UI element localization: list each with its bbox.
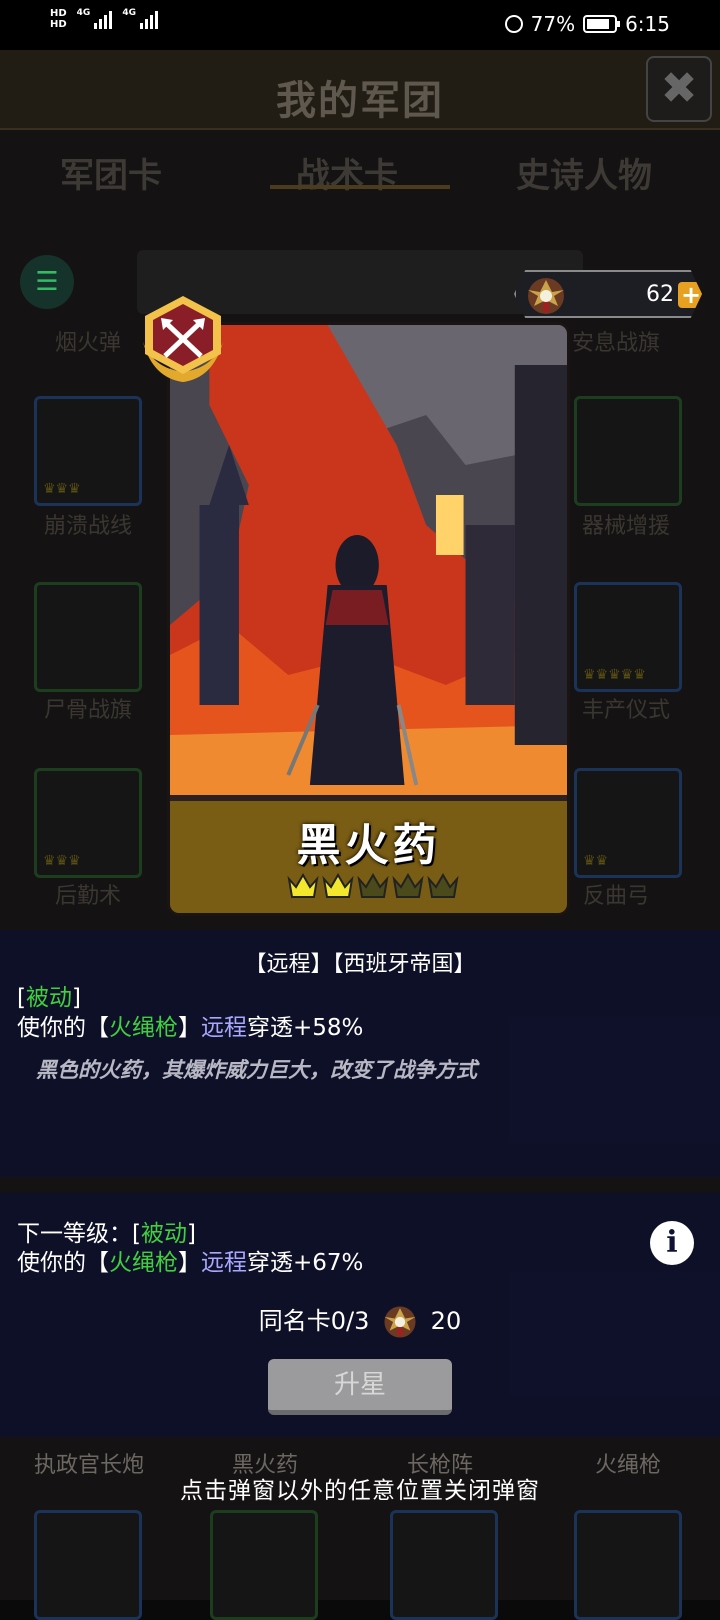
grid-card[interactable]: ♛♛♛ — [34, 396, 142, 506]
crossed-arrows-badge-icon — [143, 296, 223, 382]
eagle-emblem-icon — [528, 278, 564, 314]
signal-icon — [94, 9, 113, 29]
card-type-line: [被动] — [17, 978, 81, 1012]
info-icon[interactable]: i — [650, 1221, 694, 1265]
grid-card[interactable] — [574, 1510, 682, 1620]
page-title: 我的军团 — [276, 78, 444, 124]
grid-card[interactable]: ♛♛♛ — [34, 768, 142, 878]
tab-epic-heroes[interactable]: 史诗人物 — [516, 148, 652, 197]
crown-filled-icon — [322, 873, 354, 898]
effect-prefix: 使你的【 — [17, 1250, 109, 1276]
clock: 6:15 — [625, 12, 670, 36]
card-effect-line: 使你的【火绳枪】远程穿透+58% — [17, 1008, 363, 1042]
card-description-panel: 【远程】【西班牙帝国】 [被动] 使你的【火绳枪】远程穿透+58% 黑色的火药，… — [0, 930, 720, 1177]
grid-label: 丰产仪式 — [581, 698, 670, 723]
crown-empty-icon — [427, 873, 459, 898]
hd-badge-1: HD — [50, 8, 67, 19]
same-name-label: 同名卡0/3 — [258, 1307, 370, 1335]
upgrade-star-button[interactable]: 升星 — [268, 1359, 452, 1415]
card-tags: 【远程】【西班牙帝国】 — [244, 952, 476, 977]
bg-tab-bar: 军团卡 战术卡 史诗人物 — [0, 140, 720, 220]
currency-value: 62 — [646, 282, 674, 307]
currency-display: 62 + — [514, 270, 702, 318]
eagle-emblem-icon — [384, 1306, 416, 1338]
grid-card[interactable] — [390, 1510, 498, 1620]
battery-percent: 77% — [530, 12, 576, 36]
upgrade-cost: 20 — [430, 1307, 462, 1335]
grid-card[interactable]: ♛♛♛♛♛ — [574, 582, 682, 692]
grid-card[interactable] — [34, 582, 142, 692]
effect-target: 火绳枪 — [109, 1015, 178, 1041]
alarm-icon — [504, 15, 523, 33]
effect-prefix: 使你的【 — [17, 1015, 109, 1041]
battery-icon — [583, 15, 621, 33]
network-type-1: 4G — [76, 8, 91, 18]
tab-underline — [270, 185, 450, 189]
effect-stat: 远程 — [201, 1250, 247, 1276]
hd-badge-2: HD — [50, 19, 67, 30]
grid-card[interactable] — [34, 1510, 142, 1620]
crown-empty-icon — [357, 873, 389, 898]
flavor-text: 黑色的火药，其爆炸威力巨大，改变了战争方式 — [36, 1058, 477, 1082]
tab-tactic-cards[interactable]: 战术卡 — [296, 148, 398, 197]
card-artwork — [170, 325, 567, 795]
effect-target: 火绳枪 — [109, 1250, 178, 1276]
grid-label: 尸骨战旗 — [43, 698, 132, 723]
card-title: 黑火药 — [296, 820, 441, 871]
crown-filled-icon — [287, 873, 319, 898]
close-hint: 点击弹窗以外的任意位置关闭弹窗 — [180, 1478, 540, 1504]
effect-value: 穿透+58% — [247, 1015, 364, 1041]
star-rating — [283, 871, 463, 911]
grid-card[interactable] — [574, 396, 682, 506]
signal-group: HD HD 4G 4G — [50, 8, 158, 30]
same-name-card-count: 同名卡0/3 20 — [0, 1301, 720, 1341]
status-right: 77% 6:15 — [504, 12, 670, 36]
grid-label: 后勤术 — [54, 884, 121, 909]
effect-stat: 远程 — [201, 1015, 247, 1041]
next-level-effect-line: 使你的【火绳枪】远程穿透+67% — [17, 1243, 363, 1277]
network-type-2: 4G — [122, 8, 136, 18]
grid-label: 器械增援 — [581, 514, 670, 539]
effect-value: 穿透+67% — [247, 1250, 364, 1276]
tactic-card: 黑火药 — [167, 322, 570, 916]
tab-legion-cards[interactable]: 军团卡 — [60, 148, 162, 197]
close-icon[interactable]: ✖ — [646, 56, 712, 122]
next-level-panel: 下一等级：[被动] 使你的【火绳枪】远程穿透+67% i 同名卡0/3 20 升… — [0, 1193, 720, 1437]
list-icon[interactable]: ☰ — [20, 255, 74, 309]
bg-header: 我的军团 ✖ — [0, 50, 720, 130]
hd-badges: HD HD — [50, 8, 67, 30]
signal-icon-2 — [139, 9, 158, 29]
grid-card[interactable]: ♛♛ — [574, 768, 682, 878]
effect-mid: 】 — [178, 1250, 201, 1276]
crown-empty-icon — [392, 873, 424, 898]
status-bar: HD HD 4G 4G 77% 6:15 — [0, 0, 720, 50]
effect-mid: 】 — [178, 1015, 201, 1041]
grid-card[interactable] — [210, 1510, 318, 1620]
grid-label: 崩溃战线 — [43, 514, 132, 539]
